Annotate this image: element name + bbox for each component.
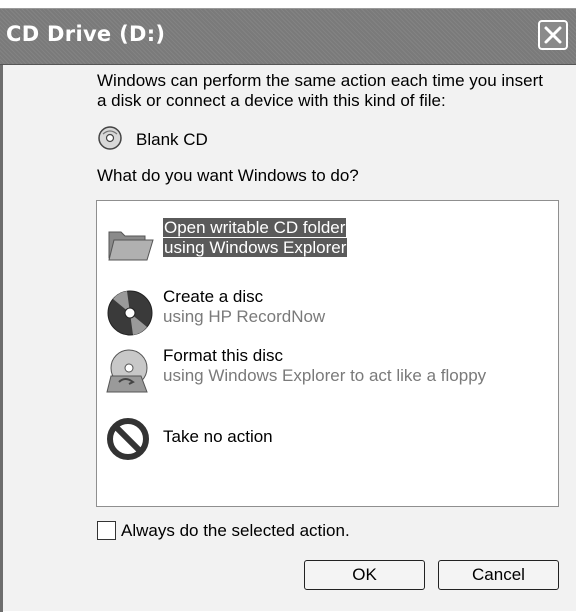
cancel-button[interactable]: Cancel (438, 560, 559, 590)
intro-text: Windows can perform the same action each… (97, 71, 543, 111)
action-create-disc[interactable]: Create a disc using HP RecordNow (105, 287, 550, 343)
folder-icon (108, 231, 154, 261)
question-text: What do you want Windows to do? (97, 166, 359, 185)
action-format-disc[interactable]: Format this disc using Windows Explorer … (105, 346, 550, 402)
no-action-icon (107, 418, 149, 460)
action-title: Take no action (163, 427, 273, 446)
always-checkbox[interactable] (97, 521, 116, 540)
action-take-no-action[interactable]: Take no action (105, 415, 550, 471)
action-subtitle: using Windows Explorer (163, 238, 348, 257)
always-label[interactable]: Always do the selected action. (121, 521, 350, 541)
blank-cd-icon (98, 126, 122, 150)
action-list[interactable]: Open writable CD folder using Windows Ex… (96, 200, 559, 507)
close-button[interactable] (538, 20, 568, 50)
format-disc-icon (106, 349, 148, 393)
action-title: Open writable CD folder (163, 218, 347, 237)
action-subtitle: using HP RecordNow (163, 307, 326, 326)
window-border (0, 65, 3, 612)
content-type-label: Blank CD (136, 130, 208, 149)
intro-line-2: a disk or connect a device with this kin… (97, 91, 446, 110)
action-title: Format this disc (163, 346, 283, 365)
title-bar[interactable]: CD Drive (D:) (0, 9, 576, 65)
action-title: Create a disc (163, 287, 264, 306)
intro-line-1: Windows can perform the same action each… (97, 71, 543, 90)
action-open-folder[interactable]: Open writable CD folder using Windows Ex… (105, 218, 550, 274)
desktop-strip (0, 0, 576, 8)
window-title: CD Drive (D:) (6, 22, 166, 46)
action-subtitle: using Windows Explorer to act like a flo… (163, 366, 487, 385)
close-icon (544, 26, 562, 44)
ok-button[interactable]: OK (304, 560, 425, 590)
disc-burn-icon (107, 290, 153, 336)
